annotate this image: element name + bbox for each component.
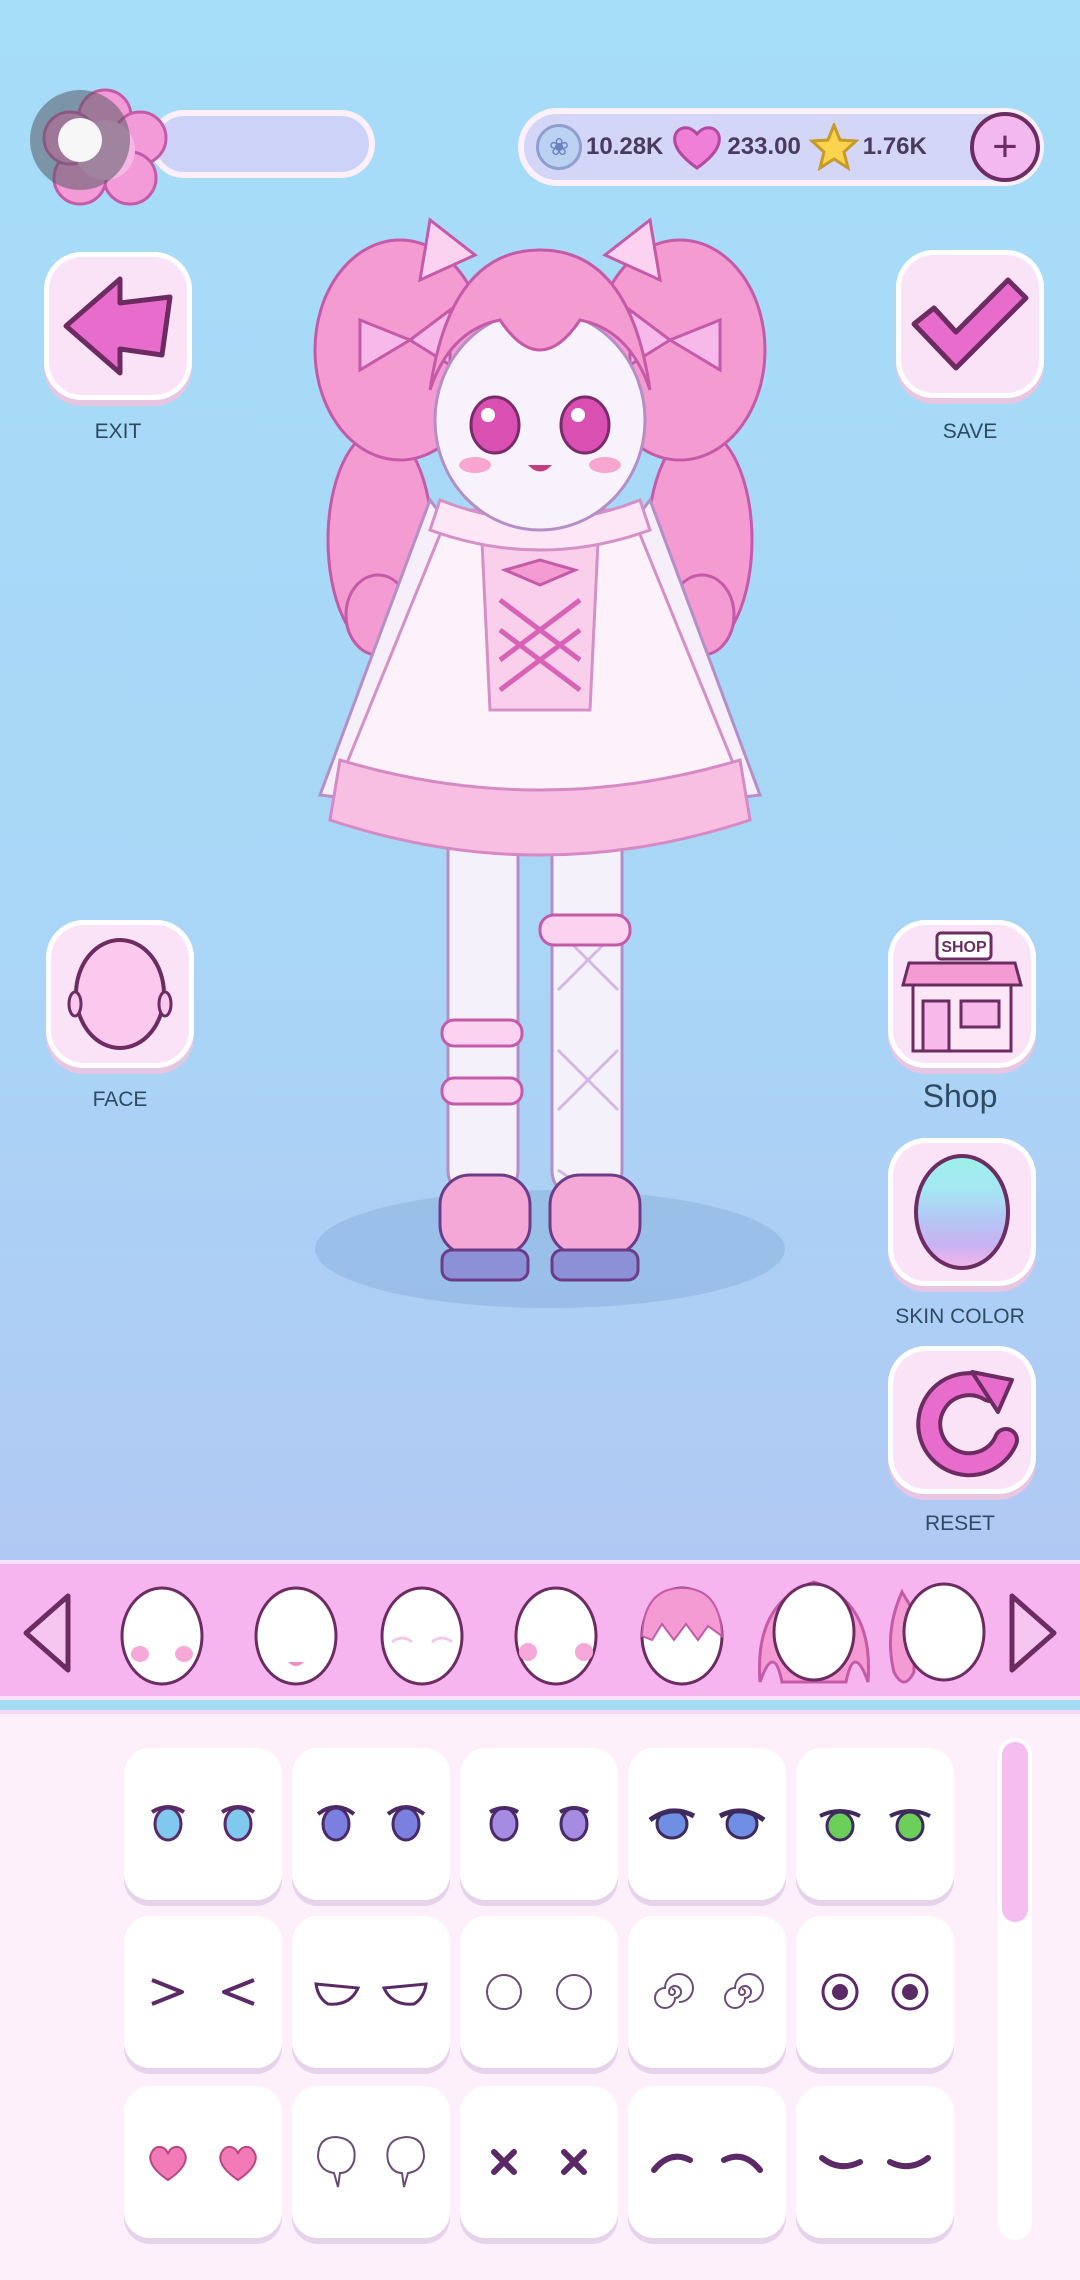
paw-value: 10.28K <box>586 133 664 160</box>
category-back-hair-icon[interactable] <box>750 1572 878 1692</box>
category-side-hair-icon[interactable] <box>884 1572 994 1692</box>
exit-button[interactable] <box>44 252 192 400</box>
face-button[interactable] <box>46 920 194 1068</box>
checkmark-icon <box>911 277 1029 371</box>
eye-tile-squint[interactable] <box>124 1916 282 2068</box>
face-label: FACE <box>92 1088 148 1111</box>
reset-label: RESET <box>924 1512 995 1535</box>
shop-sign-text: SHOP <box>941 939 987 956</box>
character-avatar[interactable] <box>300 210 780 1310</box>
save-button[interactable] <box>896 250 1044 398</box>
eye-tile-heart[interactable] <box>124 2086 282 2238</box>
dot-eyes-icon <box>821 1973 929 2011</box>
category-prev-arrow-icon[interactable] <box>18 1590 78 1676</box>
exit-label: EXIT <box>94 420 142 443</box>
skin-color-label: SKIN COLOR <box>895 1305 1025 1328</box>
shop-label: Shop <box>922 1078 998 1114</box>
eye-tile-blue[interactable] <box>124 1748 282 1900</box>
toggle-dot <box>58 118 102 162</box>
reset-button[interactable] <box>888 1346 1036 1494</box>
arched-eyes-icon <box>651 2153 763 2173</box>
indigo-eyes-icon <box>316 1805 426 1842</box>
eye-tile-sleepy[interactable] <box>292 1916 450 2068</box>
eye-tile-tear[interactable] <box>292 2086 450 2238</box>
category-cheek-face-icon[interactable] <box>508 1578 604 1688</box>
eye-tile-indigo[interactable] <box>292 1748 450 1900</box>
star-currency: 1.76K <box>808 123 927 171</box>
category-mouth-face-icon[interactable] <box>248 1578 344 1688</box>
sleepy-eyes-icon <box>314 1982 428 2006</box>
blue-eyes-icon <box>150 1805 256 1842</box>
skin-color-button[interactable] <box>888 1138 1036 1286</box>
shop-button[interactable]: SHOP <box>888 920 1036 1068</box>
category-blush-face-icon[interactable] <box>114 1578 210 1688</box>
eye-tile-arched[interactable] <box>628 2086 786 2238</box>
heart-value: 233.00 <box>727 133 801 160</box>
star-value: 1.76K <box>862 133 927 160</box>
x-eyes-icon <box>491 2149 587 2175</box>
heart-icon <box>673 126 722 170</box>
panel-scroll-thumb[interactable] <box>1002 1742 1028 1922</box>
spiral-eyes-icon <box>654 1973 764 2009</box>
currency-bar: ❀ 10.28K 233.00 1.76K <box>518 108 1044 186</box>
sparkle-eyes-icon <box>648 1808 766 1840</box>
tear-eyes-icon <box>316 2135 426 2188</box>
eye-tile-violet[interactable] <box>460 1748 618 1900</box>
eye-tile-spiral[interactable] <box>628 1916 786 2068</box>
green-eyes-icon <box>819 1809 931 1842</box>
category-closed-eyes-face-icon[interactable] <box>374 1578 470 1688</box>
add-currency-button[interactable]: + <box>970 112 1040 182</box>
level-progress-bar <box>150 110 375 178</box>
reset-arrow-icon <box>916 1370 1019 1478</box>
heart-currency: 233.00 <box>671 123 801 171</box>
category-bangs-hair-icon[interactable] <box>634 1578 730 1688</box>
paw-currency: ❀ 10.28K <box>536 124 663 170</box>
eye-tile-smile-closed[interactable] <box>796 2086 954 2238</box>
rainbow-head-icon <box>914 1154 1010 1270</box>
back-arrow-icon <box>63 276 173 376</box>
squint-eyes-icon <box>151 1978 255 2006</box>
assistive-touch-button[interactable] <box>30 90 130 190</box>
eye-tile-green[interactable] <box>796 1748 954 1900</box>
paw-icon: ❀ <box>536 124 582 170</box>
empty-circle-eyes-icon <box>486 1974 592 2010</box>
violet-eyes-icon <box>489 1806 589 1842</box>
shop-icon: SHOP <box>901 931 1023 1053</box>
face-shape-icon <box>67 938 173 1050</box>
eye-tile-empty-circle[interactable] <box>460 1916 618 2068</box>
heart-eyes-icon <box>149 2146 257 2182</box>
save-label: SAVE <box>942 420 998 443</box>
category-next-arrow-icon[interactable] <box>1002 1590 1062 1676</box>
eye-tile-dot[interactable] <box>796 1916 954 2068</box>
smile-closed-eyes-icon <box>819 2155 931 2170</box>
star-icon <box>808 123 859 171</box>
eye-tile-x[interactable] <box>460 2086 618 2238</box>
eye-tile-sparkle[interactable] <box>628 1748 786 1900</box>
